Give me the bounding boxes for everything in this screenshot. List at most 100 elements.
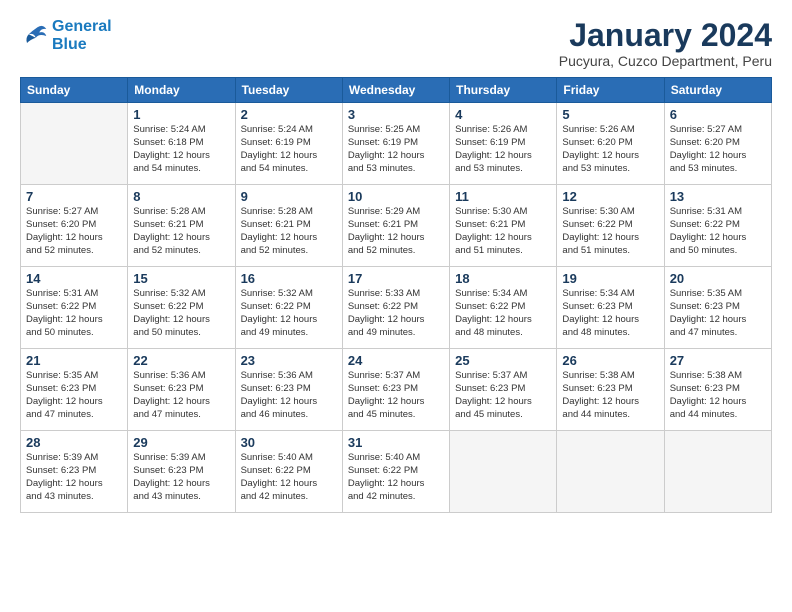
day-number: 10	[348, 189, 444, 204]
col-saturday: Saturday	[664, 78, 771, 103]
week-row-3: 14 Sunrise: 5:31 AM Sunset: 6:22 PM Dayli…	[21, 267, 772, 349]
logo-line2: Blue	[52, 36, 87, 53]
header: General Blue January 2024 Pucyura, Cuzco…	[20, 18, 772, 69]
location: Pucyura, Cuzco Department, Peru	[559, 53, 772, 69]
week-row-1: 1 Sunrise: 5:24 AM Sunset: 6:18 PM Daylig…	[21, 103, 772, 185]
calendar-body: 1 Sunrise: 5:24 AM Sunset: 6:18 PM Daylig…	[21, 103, 772, 513]
day-cell: 4 Sunrise: 5:26 AM Sunset: 6:19 PM Daylig…	[450, 103, 557, 185]
month-title: January 2024	[559, 18, 772, 53]
day-info: Sunrise: 5:28 AM Sunset: 6:21 PM Dayligh…	[133, 206, 229, 257]
day-info: Sunrise: 5:24 AM Sunset: 6:18 PM Dayligh…	[133, 124, 229, 175]
day-cell: 11Sunrise: 5:30 AM Sunset: 6:21 PM Dayli…	[450, 185, 557, 267]
day-number: 14	[26, 271, 122, 286]
day-info: Sunrise: 5:36 AM Sunset: 6:23 PM Dayligh…	[241, 370, 337, 421]
day-number: 13	[670, 189, 766, 204]
day-number: 16	[241, 271, 337, 286]
day-number: 15	[133, 271, 229, 286]
day-cell: 25Sunrise: 5:37 AM Sunset: 6:23 PM Dayli…	[450, 349, 557, 431]
day-number: 11	[455, 189, 551, 204]
day-number: 20	[670, 271, 766, 286]
logo-bird-icon	[20, 22, 48, 50]
day-info: Sunrise: 5:25 AM Sunset: 6:19 PM Dayligh…	[348, 124, 444, 175]
day-number: 2	[241, 107, 337, 122]
col-wednesday: Wednesday	[342, 78, 449, 103]
day-info: Sunrise: 5:35 AM Sunset: 6:23 PM Dayligh…	[670, 288, 766, 339]
day-cell	[557, 431, 664, 513]
logo: General Blue	[20, 18, 112, 53]
day-number: 30	[241, 435, 337, 450]
day-info: Sunrise: 5:39 AM Sunset: 6:23 PM Dayligh…	[133, 452, 229, 503]
day-info: Sunrise: 5:26 AM Sunset: 6:19 PM Dayligh…	[455, 124, 551, 175]
day-number: 17	[348, 271, 444, 286]
week-row-5: 28 Sunrise: 5:39 AM Sunset: 6:23 PM Dayli…	[21, 431, 772, 513]
day-cell: 12Sunrise: 5:30 AM Sunset: 6:22 PM Dayli…	[557, 185, 664, 267]
day-cell: 26 Sunrise: 5:38 AM Sunset: 6:23 PM Dayli…	[557, 349, 664, 431]
day-number: 24	[348, 353, 444, 368]
day-number: 1	[133, 107, 229, 122]
day-cell: 17Sunrise: 5:33 AM Sunset: 6:22 PM Dayli…	[342, 267, 449, 349]
day-cell: 14 Sunrise: 5:31 AM Sunset: 6:22 PM Dayli…	[21, 267, 128, 349]
day-cell: 21Sunrise: 5:35 AM Sunset: 6:23 PM Dayli…	[21, 349, 128, 431]
day-info: Sunrise: 5:34 AM Sunset: 6:22 PM Dayligh…	[455, 288, 551, 339]
day-info: Sunrise: 5:26 AM Sunset: 6:20 PM Dayligh…	[562, 124, 658, 175]
week-row-2: 7Sunrise: 5:27 AM Sunset: 6:20 PM Daylig…	[21, 185, 772, 267]
day-number: 9	[241, 189, 337, 204]
day-cell: 16 Sunrise: 5:32 AM Sunset: 6:22 PM Dayli…	[235, 267, 342, 349]
day-cell	[664, 431, 771, 513]
day-info: Sunrise: 5:40 AM Sunset: 6:22 PM Dayligh…	[348, 452, 444, 503]
day-cell: 13 Sunrise: 5:31 AM Sunset: 6:22 PM Dayli…	[664, 185, 771, 267]
page: General Blue January 2024 Pucyura, Cuzco…	[0, 0, 792, 612]
day-number: 31	[348, 435, 444, 450]
header-row: Sunday Monday Tuesday Wednesday Thursday…	[21, 78, 772, 103]
day-info: Sunrise: 5:36 AM Sunset: 6:23 PM Dayligh…	[133, 370, 229, 421]
day-info: Sunrise: 5:40 AM Sunset: 6:22 PM Dayligh…	[241, 452, 337, 503]
day-number: 29	[133, 435, 229, 450]
col-sunday: Sunday	[21, 78, 128, 103]
day-cell	[21, 103, 128, 185]
day-number: 26	[562, 353, 658, 368]
day-number: 4	[455, 107, 551, 122]
day-info: Sunrise: 5:31 AM Sunset: 6:22 PM Dayligh…	[26, 288, 122, 339]
day-number: 18	[455, 271, 551, 286]
day-info: Sunrise: 5:28 AM Sunset: 6:21 PM Dayligh…	[241, 206, 337, 257]
day-cell: 27Sunrise: 5:38 AM Sunset: 6:23 PM Dayli…	[664, 349, 771, 431]
day-cell: 6Sunrise: 5:27 AM Sunset: 6:20 PM Daylig…	[664, 103, 771, 185]
day-info: Sunrise: 5:31 AM Sunset: 6:22 PM Dayligh…	[670, 206, 766, 257]
day-info: Sunrise: 5:38 AM Sunset: 6:23 PM Dayligh…	[562, 370, 658, 421]
day-info: Sunrise: 5:32 AM Sunset: 6:22 PM Dayligh…	[241, 288, 337, 339]
day-number: 19	[562, 271, 658, 286]
logo-line1: General	[52, 18, 112, 35]
day-number: 5	[562, 107, 658, 122]
day-cell: 23Sunrise: 5:36 AM Sunset: 6:23 PM Dayli…	[235, 349, 342, 431]
day-info: Sunrise: 5:32 AM Sunset: 6:22 PM Dayligh…	[133, 288, 229, 339]
day-cell: 29 Sunrise: 5:39 AM Sunset: 6:23 PM Dayli…	[128, 431, 235, 513]
day-info: Sunrise: 5:37 AM Sunset: 6:23 PM Dayligh…	[455, 370, 551, 421]
day-cell: 9 Sunrise: 5:28 AM Sunset: 6:21 PM Daylig…	[235, 185, 342, 267]
day-cell: 19 Sunrise: 5:34 AM Sunset: 6:23 PM Dayli…	[557, 267, 664, 349]
week-row-4: 21Sunrise: 5:35 AM Sunset: 6:23 PM Dayli…	[21, 349, 772, 431]
day-info: Sunrise: 5:24 AM Sunset: 6:19 PM Dayligh…	[241, 124, 337, 175]
day-number: 8	[133, 189, 229, 204]
calendar-table: Sunday Monday Tuesday Wednesday Thursday…	[20, 77, 772, 513]
day-info: Sunrise: 5:35 AM Sunset: 6:23 PM Dayligh…	[26, 370, 122, 421]
day-cell: 31 Sunrise: 5:40 AM Sunset: 6:22 PM Dayli…	[342, 431, 449, 513]
day-info: Sunrise: 5:39 AM Sunset: 6:23 PM Dayligh…	[26, 452, 122, 503]
logo-text: General Blue	[52, 18, 112, 53]
col-friday: Friday	[557, 78, 664, 103]
day-info: Sunrise: 5:29 AM Sunset: 6:21 PM Dayligh…	[348, 206, 444, 257]
day-cell: 28 Sunrise: 5:39 AM Sunset: 6:23 PM Dayli…	[21, 431, 128, 513]
day-cell	[450, 431, 557, 513]
day-info: Sunrise: 5:34 AM Sunset: 6:23 PM Dayligh…	[562, 288, 658, 339]
day-number: 28	[26, 435, 122, 450]
day-cell: 22Sunrise: 5:36 AM Sunset: 6:23 PM Dayli…	[128, 349, 235, 431]
day-number: 27	[670, 353, 766, 368]
day-info: Sunrise: 5:30 AM Sunset: 6:22 PM Dayligh…	[562, 206, 658, 257]
day-cell: 15 Sunrise: 5:32 AM Sunset: 6:22 PM Dayli…	[128, 267, 235, 349]
day-info: Sunrise: 5:27 AM Sunset: 6:20 PM Dayligh…	[26, 206, 122, 257]
day-number: 6	[670, 107, 766, 122]
calendar-header: Sunday Monday Tuesday Wednesday Thursday…	[21, 78, 772, 103]
day-cell: 20 Sunrise: 5:35 AM Sunset: 6:23 PM Dayli…	[664, 267, 771, 349]
day-info: Sunrise: 5:37 AM Sunset: 6:23 PM Dayligh…	[348, 370, 444, 421]
day-cell: 8 Sunrise: 5:28 AM Sunset: 6:21 PM Daylig…	[128, 185, 235, 267]
day-number: 3	[348, 107, 444, 122]
